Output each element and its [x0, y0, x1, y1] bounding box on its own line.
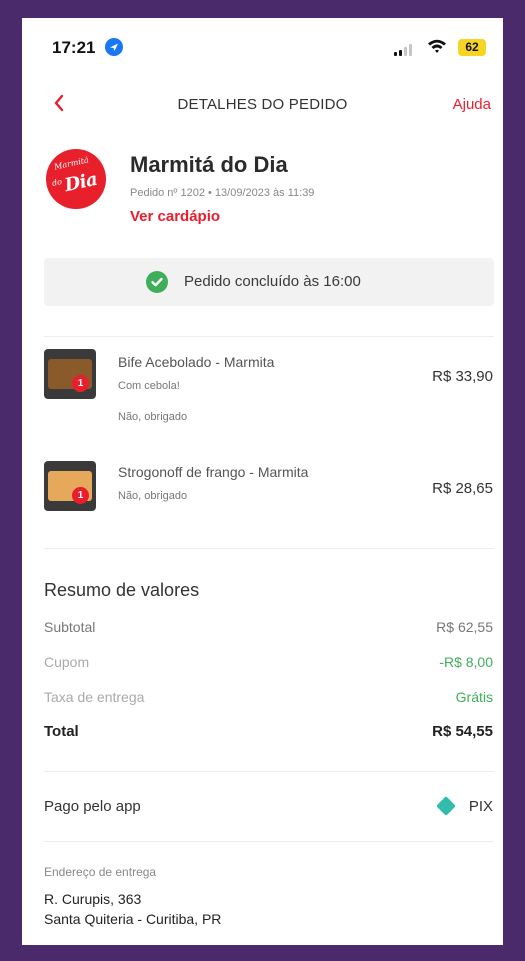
- coupon-label: Cupom: [44, 654, 90, 670]
- summary-title: Resumo de valores: [44, 580, 200, 600]
- status-bar: 17:21 62: [22, 18, 503, 76]
- battery-indicator: 62: [458, 39, 486, 56]
- coupon-value: -R$ 8,00: [439, 654, 493, 670]
- logo-text-top: Marmitá: [53, 155, 90, 172]
- help-link[interactable]: Ajuda: [453, 96, 491, 113]
- cellular-signal-icon: [394, 44, 412, 56]
- status-time: 17:21: [52, 38, 96, 57]
- wifi-icon: [427, 38, 447, 59]
- item-thumbnail: [44, 461, 96, 511]
- restaurant-name: Marmitá do Dia: [130, 152, 288, 177]
- subtotal-label: Subtotal: [44, 619, 96, 635]
- delivery-fee-label: Taxa de entrega: [44, 689, 145, 705]
- item-detail: Não, obrigado: [118, 411, 188, 423]
- restaurant-logo: Marmitá do Dia: [46, 149, 106, 209]
- quantity-badge: 1: [72, 375, 89, 392]
- phone-screen: 17:21 62 DETALHES DO PEDIDO Ajuda Marmit…: [22, 18, 503, 945]
- divider: [44, 771, 494, 772]
- address-line-1: R. Curupis, 363: [44, 891, 142, 907]
- location-arrow-icon: [105, 38, 123, 56]
- item-detail: Com cebola!: [118, 380, 180, 392]
- item-price: R$ 28,65: [432, 480, 493, 497]
- order-meta: Pedido nº 1202 • 13/09/2023 às 11:39: [130, 187, 315, 199]
- item-thumbnail: [44, 349, 96, 399]
- check-circle-icon: [146, 271, 168, 293]
- delivery-fee-value: Grátis: [455, 689, 493, 705]
- divider: [44, 548, 494, 549]
- pix-icon: [436, 796, 456, 816]
- view-menu-link[interactable]: Ver cardápio: [130, 208, 220, 225]
- item-price: R$ 33,90: [432, 368, 493, 385]
- page-header: DETALHES DO PEDIDO Ajuda: [22, 88, 503, 124]
- payment-label: Pago pelo app: [44, 798, 141, 815]
- total-label: Total: [44, 723, 79, 740]
- page-title: DETALHES DO PEDIDO: [177, 96, 348, 113]
- order-status-banner: Pedido concluído às 16:00: [44, 258, 494, 306]
- total-value: R$ 54,55: [432, 723, 493, 740]
- order-status-text: Pedido concluído às 16:00: [184, 273, 361, 290]
- quantity-badge: 1: [72, 487, 89, 504]
- item-detail: Não, obrigado: [118, 490, 188, 502]
- subtotal-value: R$ 62,55: [436, 619, 493, 635]
- divider: [44, 841, 494, 842]
- address-line-2: Santa Quiteria - Curitiba, PR: [44, 911, 222, 927]
- divider: [44, 336, 494, 337]
- payment-method: PIX: [468, 798, 493, 815]
- logo-text-main: Dia: [62, 168, 100, 197]
- address-label: Endereço de entrega: [44, 865, 157, 879]
- item-name: Bife Acebolado - Marmita: [118, 354, 275, 370]
- item-name: Strogonoff de frango - Marmita: [118, 464, 309, 480]
